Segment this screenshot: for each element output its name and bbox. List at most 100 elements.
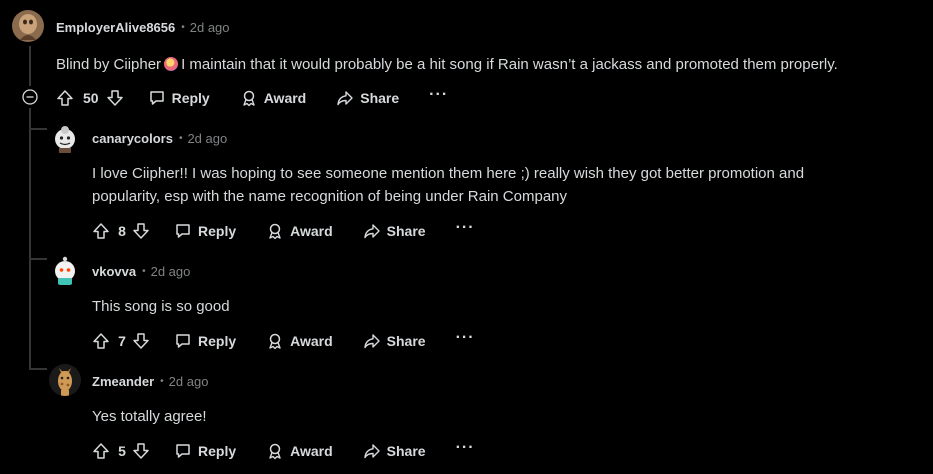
- downvote-button[interactable]: [132, 332, 150, 350]
- upvote-icon: [93, 443, 109, 459]
- share-icon: [363, 224, 380, 239]
- username[interactable]: EmployerAlive8656: [56, 20, 175, 35]
- timestamp[interactable]: 2d ago: [169, 374, 209, 389]
- thread-line-main: [29, 46, 31, 86]
- avatar[interactable]: [49, 254, 81, 286]
- reply-icon: [176, 334, 190, 348]
- award-button[interactable]: Award: [266, 332, 333, 350]
- share-label: Share: [386, 443, 426, 459]
- avatar[interactable]: [12, 10, 44, 42]
- vote-count: 50: [83, 90, 99, 106]
- share-button[interactable]: Share: [363, 442, 426, 460]
- reply-icon: [176, 444, 190, 458]
- reply-label: Reply: [198, 333, 237, 349]
- share-button[interactable]: Share: [363, 222, 426, 240]
- downvote-icon: [133, 333, 149, 349]
- downvote-icon: [133, 443, 149, 459]
- share-label: Share: [360, 90, 400, 106]
- award-button[interactable]: Award: [240, 89, 307, 107]
- collapse-icon: [22, 89, 38, 105]
- username[interactable]: Zmeander: [92, 374, 154, 389]
- comment-text: Yes totally agree!: [92, 408, 207, 425]
- vote-count: 8: [118, 223, 126, 239]
- username[interactable]: canarycolors: [92, 131, 173, 146]
- award-icon: [269, 443, 281, 460]
- more-options-button[interactable]: ···: [456, 439, 475, 457]
- upvote-icon: [57, 90, 73, 106]
- comment-text-part: Blind by Ciipher: [56, 56, 162, 73]
- reply-button[interactable]: Reply: [148, 89, 210, 107]
- more-options-button[interactable]: ···: [429, 86, 448, 104]
- comment-body: Blind by Ciipher I maintain that it would…: [56, 53, 838, 76]
- award-label: Award: [290, 333, 333, 349]
- upvote-button[interactable]: [92, 442, 110, 460]
- comment-meta: Zmeander • 2d ago: [92, 374, 208, 389]
- upvote-icon: [93, 223, 109, 239]
- share-label: Share: [386, 223, 426, 239]
- share-icon: [363, 334, 380, 349]
- award-icon: [243, 90, 255, 107]
- comment-body: This song is so good: [92, 295, 230, 318]
- meta-separator: •: [181, 22, 185, 33]
- downvote-button[interactable]: [132, 222, 150, 240]
- comment-text: This song is so good: [92, 298, 230, 315]
- comment-body: Yes totally agree!: [92, 405, 207, 428]
- meta-separator: •: [160, 376, 164, 387]
- comment-meta: vkovva • 2d ago: [92, 264, 190, 279]
- award-icon: [269, 333, 281, 350]
- reply-label: Reply: [198, 443, 237, 459]
- comment-body: I love Ciipher!! I was hoping to see som…: [92, 162, 892, 208]
- avatar[interactable]: [49, 122, 81, 154]
- avatar[interactable]: [49, 364, 81, 396]
- share-button[interactable]: Share: [336, 89, 399, 107]
- comment-text-part: I maintain that it would probably be a h…: [181, 56, 838, 73]
- upvote-button[interactable]: [92, 222, 110, 240]
- upvote-button[interactable]: [92, 332, 110, 350]
- comment-actions: 7 Reply Award Share ···: [92, 329, 475, 353]
- downvote-button[interactable]: [106, 89, 124, 107]
- downvote-button[interactable]: [132, 442, 150, 460]
- award-label: Award: [263, 90, 307, 106]
- share-icon: [337, 91, 353, 106]
- reply-button[interactable]: Reply: [174, 442, 236, 460]
- reply-label: Reply: [198, 223, 237, 239]
- vote-count: 7: [118, 333, 126, 349]
- more-options-button[interactable]: ···: [456, 219, 475, 237]
- username[interactable]: vkovva: [92, 264, 136, 279]
- meta-separator: •: [142, 266, 146, 277]
- reply-button[interactable]: Reply: [174, 332, 236, 350]
- timestamp[interactable]: 2d ago: [190, 20, 230, 35]
- meta-separator: •: [178, 133, 183, 144]
- share-label: Share: [386, 333, 426, 349]
- downvote-icon: [106, 90, 123, 106]
- timestamp[interactable]: 2d ago: [187, 131, 227, 146]
- award-button[interactable]: Award: [266, 222, 333, 240]
- emoji-icon: [164, 57, 179, 71]
- reply-label: Reply: [171, 90, 210, 106]
- comment-text-line: popularity, esp with the name recognitio…: [92, 188, 568, 205]
- share-icon: [363, 444, 380, 459]
- thread-connector-1: [29, 128, 47, 130]
- comment-text-line: I love Ciipher!! I was hoping to see som…: [92, 165, 805, 182]
- thread-connector-3: [29, 368, 47, 370]
- more-options-button[interactable]: ···: [456, 329, 475, 347]
- thread-line-replies: [29, 108, 31, 368]
- comment-actions: 50 Reply Award Share ···: [56, 86, 448, 110]
- comment-meta: canarycolors • 2d ago: [92, 131, 227, 146]
- comment-meta: EmployerAlive8656 • 2d ago: [56, 20, 230, 35]
- reply-icon: [176, 224, 190, 238]
- collapse-thread-button[interactable]: [22, 89, 38, 105]
- comment-actions: 8 Reply Award Share ···: [92, 219, 475, 243]
- share-button[interactable]: Share: [363, 332, 426, 350]
- award-label: Award: [290, 223, 333, 239]
- timestamp[interactable]: 2d ago: [151, 264, 191, 279]
- award-button[interactable]: Award: [266, 442, 333, 460]
- upvote-icon: [93, 333, 109, 349]
- upvote-button[interactable]: [56, 89, 74, 107]
- reply-button[interactable]: Reply: [174, 222, 236, 240]
- downvote-icon: [133, 223, 149, 239]
- award-icon: [269, 223, 281, 240]
- reply-icon: [149, 91, 164, 105]
- award-label: Award: [290, 443, 333, 459]
- vote-count: 5: [118, 443, 126, 459]
